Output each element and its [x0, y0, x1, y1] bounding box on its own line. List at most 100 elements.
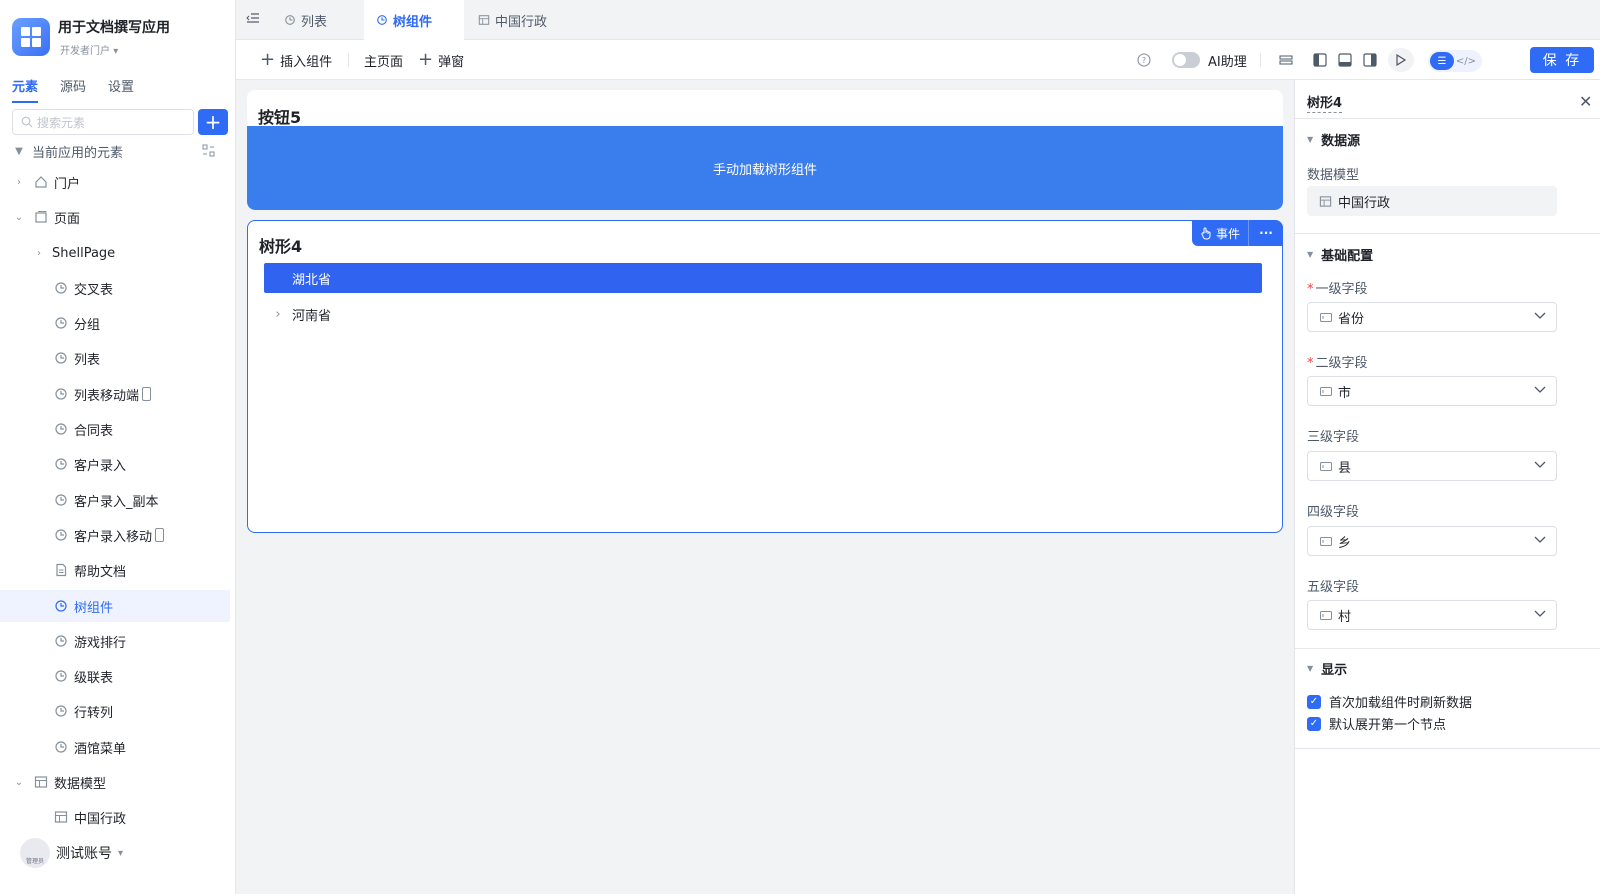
- element-search-input[interactable]: 搜索元素: [12, 109, 194, 135]
- help-icon[interactable]: ?: [1136, 52, 1152, 68]
- page-icon: [55, 388, 67, 400]
- layout-grid-icon[interactable]: [1278, 52, 1294, 68]
- load-tree-button[interactable]: 手动加载树形组件: [247, 126, 1283, 210]
- more-options-icon[interactable]: ···: [1249, 220, 1283, 246]
- avatar: 管理员: [20, 838, 50, 868]
- caret-down-icon: ▼: [15, 145, 23, 157]
- svg-text:?: ?: [1142, 56, 1146, 65]
- close-icon[interactable]: ✕: [1579, 92, 1592, 111]
- section-current-app-elements[interactable]: ▼ 当前应用的元素: [0, 135, 230, 167]
- left-sidebar: 用于文档撰写应用 开发者门户 ▾ 元素 源码 设置 搜索元素 + ▼ 当前应用的…: [0, 0, 236, 894]
- level1-field-select[interactable]: 省份: [1307, 302, 1557, 332]
- sidebar-item-group[interactable]: 分组: [0, 307, 230, 339]
- level5-field-select[interactable]: 村: [1307, 600, 1557, 630]
- level4-field-select[interactable]: 乡: [1307, 526, 1557, 556]
- document-icon: [56, 563, 67, 577]
- editor-toolbar: + 插入组件 主页面 + 弹窗 ? AI助理 ☰ </> 保 存: [236, 40, 1600, 80]
- sidebar-item-help-doc[interactable]: 帮助文档: [0, 554, 230, 586]
- collapse-sidebar-icon[interactable]: [246, 11, 260, 25]
- sidebar-item-contract[interactable]: 合同表: [0, 413, 230, 445]
- event-button[interactable]: 事件: [1191, 220, 1249, 246]
- divider: [1295, 648, 1600, 649]
- tab-china-admin[interactable]: 中国行政: [466, 0, 576, 40]
- refresh-on-load-checkbox[interactable]: ✓ 首次加载组件时刷新数据: [1307, 692, 1472, 711]
- sidebar-item-portal[interactable]: › 门户: [0, 166, 230, 198]
- sidebar-item-label: 酒馆菜单: [74, 741, 127, 757]
- button-component-card[interactable]: 按钮5 手动加载树形组件: [247, 90, 1283, 210]
- divider: [1295, 748, 1600, 749]
- sidebar-item-cascade-table[interactable]: 级联表: [0, 660, 230, 692]
- insert-component-button[interactable]: + 插入组件: [260, 40, 332, 80]
- tab-tree-component[interactable]: 树组件: [364, 0, 464, 40]
- level3-field-select[interactable]: 县: [1307, 451, 1557, 481]
- table-icon: [54, 811, 68, 823]
- bottom-panel-icon[interactable]: [1337, 52, 1353, 68]
- page-icon: [55, 635, 67, 647]
- section-data-source[interactable]: ▼ 数据源: [1307, 130, 1360, 149]
- tree-node[interactable]: 湖北省: [264, 263, 1262, 293]
- portal-switcher[interactable]: 开发者门户 ▾: [60, 42, 118, 57]
- design-mode-icon[interactable]: ☰: [1430, 52, 1454, 70]
- sidebar-item-crosstab[interactable]: 交叉表: [0, 272, 230, 304]
- section-basic-config[interactable]: ▼ 基础配置: [1307, 245, 1373, 264]
- level5-field-label: 五级字段: [1307, 580, 1360, 595]
- design-canvas: 按钮5 手动加载树形组件 树形4 事件 ··· 湖北省 › 河南省: [236, 80, 1294, 894]
- event-button-label: 事件: [1215, 226, 1240, 241]
- sidebar-item-tavern-menu[interactable]: 酒馆菜单: [0, 731, 230, 763]
- page-icon: [55, 670, 67, 682]
- code-mode-icon[interactable]: </>: [1454, 52, 1478, 70]
- right-panel-icon[interactable]: [1362, 52, 1378, 68]
- chevron-down-icon: [1534, 386, 1546, 393]
- sidebar-item-game-ranking[interactable]: 游戏排行: [0, 625, 230, 657]
- tab-elements[interactable]: 元素: [12, 76, 39, 103]
- main-page-button[interactable]: 主页面: [364, 40, 403, 80]
- section-display[interactable]: ▼ 显示: [1307, 659, 1347, 678]
- sidebar-item-list[interactable]: 列表: [0, 342, 230, 374]
- preview-button[interactable]: [1388, 48, 1414, 72]
- sidebar-item-tree-component[interactable]: 树组件: [0, 590, 230, 622]
- sidebar-item-customer-entry[interactable]: 客户录入: [0, 448, 230, 480]
- divider: [1295, 118, 1600, 119]
- checkbox-label: 首次加载组件时刷新数据: [1329, 696, 1473, 711]
- add-element-button[interactable]: +: [198, 109, 228, 135]
- level2-field-select[interactable]: 市: [1307, 376, 1557, 406]
- sidebar-item-label: 客户录入移动: [74, 529, 153, 545]
- sidebar-item-list-mobile[interactable]: 列表移动端: [0, 378, 230, 410]
- popup-button[interactable]: + 弹窗: [418, 40, 464, 80]
- user-menu[interactable]: 管理员 测试账号 ▾: [20, 838, 123, 868]
- expand-first-node-checkbox[interactable]: ✓ 默认展开第一个节点: [1307, 714, 1446, 733]
- plus-icon: +: [260, 49, 276, 70]
- pages-icon: [35, 211, 47, 223]
- caret-down-icon: ▼: [1307, 250, 1314, 259]
- sidebar-item-pages[interactable]: ⌄ 页面: [0, 201, 230, 233]
- component-action-bar: 事件 ···: [1191, 220, 1283, 246]
- sidebar-item-customer-entry-copy[interactable]: 客户录入_副本: [0, 484, 230, 516]
- sidebar-item-china-admin[interactable]: 中国行政: [0, 801, 230, 833]
- tab-settings[interactable]: 设置: [108, 76, 134, 103]
- mobile-icon: [155, 528, 165, 542]
- view-mode-switch[interactable]: ☰ </>: [1428, 50, 1482, 72]
- tree-component-card[interactable]: 树形4 事件 ··· 湖北省 › 河南省: [247, 220, 1283, 533]
- chevron-right-icon[interactable]: ›: [264, 307, 292, 322]
- sidebar-item-shellpage[interactable]: › ShellPage: [0, 237, 230, 269]
- panel-title[interactable]: 树形4: [1307, 92, 1343, 113]
- ai-assistant-toggle[interactable]: AI助理: [1172, 40, 1247, 80]
- sidebar-item-row-to-column[interactable]: 行转列: [0, 695, 230, 727]
- level2-field-label: * 二级字段: [1307, 352, 1368, 371]
- divider: [1295, 233, 1600, 234]
- sidebar-item-customer-entry-mobile[interactable]: 客户录入移动: [0, 519, 230, 551]
- tree-node[interactable]: › 河南省: [264, 299, 1262, 329]
- chevron-down-icon: [1534, 610, 1546, 617]
- caret-down-icon: ▼: [1307, 135, 1314, 144]
- left-panel-icon[interactable]: [1312, 52, 1328, 68]
- field-value: 省份: [1338, 311, 1365, 327]
- tab-list[interactable]: 列表: [272, 0, 362, 40]
- field-value: 市: [1338, 385, 1352, 401]
- data-model-label: 数据模型: [1307, 168, 1360, 183]
- tab-source[interactable]: 源码: [60, 76, 86, 103]
- data-model-field[interactable]: 中国行政: [1307, 186, 1557, 216]
- save-button[interactable]: 保 存: [1530, 47, 1594, 73]
- collapse-all-icon[interactable]: [202, 144, 215, 157]
- tree-node-label: 河南省: [292, 308, 332, 324]
- sidebar-item-data-models[interactable]: ⌄ 数据模型: [0, 766, 230, 798]
